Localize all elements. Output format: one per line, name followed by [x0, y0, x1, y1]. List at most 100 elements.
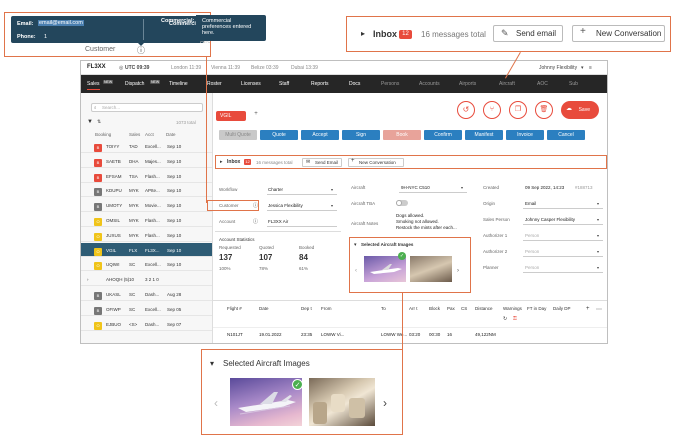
- nav-item-sub[interactable]: Sub: [569, 81, 578, 87]
- chevron-left-icon[interactable]: ‹: [214, 396, 218, 410]
- field-value[interactable]: Johnny Casper Flexibility: [525, 217, 575, 222]
- column-header[interactable]: Date: [259, 306, 269, 311]
- chevron-down-icon[interactable]: ▾: [597, 201, 599, 206]
- account-select[interactable]: FL3XX Air: [268, 219, 288, 224]
- inbox-label[interactable]: Inbox: [373, 29, 397, 39]
- nav-item-docs[interactable]: Docs: [349, 81, 360, 87]
- expand-caret-icon[interactable]: ▸: [361, 29, 365, 38]
- chevron-down-icon[interactable]: ▾: [331, 203, 333, 208]
- chevron-right-icon[interactable]: ›: [383, 396, 387, 410]
- chevron-left-icon[interactable]: ‹: [355, 268, 357, 274]
- list-item[interactable]: B KDUPU MYK APIte... Sep 10: [81, 183, 212, 198]
- action-quote-button[interactable]: Quote: [260, 130, 298, 140]
- field-value[interactable]: Person: [525, 233, 539, 238]
- aircraft-select[interactable]: 9H-NYC C510: [401, 185, 430, 190]
- nav-item-reports[interactable]: Reports: [311, 81, 329, 87]
- chevron-down-icon[interactable]: ▾: [331, 187, 333, 192]
- nav-item-licenses[interactable]: Licenses: [241, 81, 261, 87]
- info-icon[interactable]: ⓘ: [253, 202, 258, 209]
- action-book-button[interactable]: Book: [383, 130, 421, 140]
- column-header[interactable]: Distance: [475, 306, 493, 311]
- aircraft-notes-text[interactable]: Dogs allowed. Smoking not allowed. Resto…: [396, 213, 457, 231]
- nav-item-roster[interactable]: Roster: [207, 81, 222, 87]
- action-confirm-button[interactable]: Confirm: [424, 130, 462, 140]
- column-header[interactable]: Arr t: [409, 306, 418, 311]
- nav-item-sales[interactable]: Sales: [87, 81, 100, 90]
- action-invoice-button[interactable]: Invoice: [506, 130, 544, 140]
- copy-icon[interactable]: ❐: [509, 101, 527, 119]
- inbox-label[interactable]: Inbox: [227, 159, 240, 165]
- list-item[interactable]: B SAETB DHA Majes... Sep 10: [81, 154, 212, 168]
- nav-item-accounts[interactable]: Accounts: [419, 81, 440, 87]
- list-item[interactable]: O UQIWI SC Excell... Sep 10: [81, 257, 212, 272]
- nav-item-timeline[interactable]: Timeline: [169, 81, 188, 87]
- chevron-down-icon[interactable]: ▾: [597, 265, 599, 270]
- filter-icon[interactable]: ▼: [87, 119, 93, 125]
- info-icon[interactable]: ⓘ: [253, 218, 258, 225]
- briefcase-icon[interactable]: ⚿: [513, 316, 517, 322]
- chevron-down-icon[interactable]: ▾: [461, 185, 463, 190]
- column-header[interactable]: Date: [166, 132, 176, 137]
- column-header[interactable]: Warnings: [503, 306, 522, 311]
- nav-item-airports[interactable]: Airports: [459, 81, 476, 87]
- action-multi-quote-button[interactable]: Multi Quote: [219, 130, 257, 140]
- column-header[interactable]: From: [321, 306, 332, 311]
- chevron-down-icon[interactable]: ▾: [597, 233, 599, 238]
- column-header[interactable]: Acct: [145, 132, 154, 137]
- expand-caret-icon[interactable]: ▸: [220, 159, 223, 165]
- list-item[interactable]: O EJBUO <S> Dash... Sep 07: [81, 317, 212, 331]
- list-item[interactable]: B EFSAM TSA Flash... Sep 10: [81, 169, 212, 183]
- field-value[interactable]: Person: [525, 249, 539, 254]
- trash-icon[interactable]: 🗑: [535, 101, 553, 119]
- aircraft-image-2[interactable]: [410, 256, 452, 282]
- column-header[interactable]: Sales: [129, 132, 140, 137]
- expand-caret-icon[interactable]: ›: [87, 277, 89, 282]
- chevron-down-icon[interactable]: ▾: [581, 65, 584, 71]
- collapse-caret-icon[interactable]: ▾: [210, 359, 214, 368]
- undo-icon[interactable]: ↺: [457, 101, 475, 119]
- action-cancel-button[interactable]: Cancel: [547, 130, 585, 140]
- list-item[interactable]: B UMOTY MYK Movie... Sep 10: [81, 198, 212, 213]
- nav-item-staff[interactable]: Staff: [279, 81, 289, 87]
- column-header[interactable]: Block: [429, 306, 440, 311]
- action-accept-button[interactable]: Accept: [301, 130, 339, 140]
- column-header[interactable]: To: [381, 306, 386, 311]
- chevron-down-icon[interactable]: ▾: [597, 217, 599, 222]
- chevron-right-icon[interactable]: ›: [457, 268, 459, 274]
- logo[interactable]: FL3XX: [87, 64, 106, 70]
- user-menu[interactable]: Johnny Flexibility: [539, 65, 577, 71]
- booking-tab[interactable]: VGIL: [216, 111, 246, 121]
- column-header[interactable]: CS: [461, 306, 467, 311]
- add-tab-button[interactable]: +: [251, 111, 261, 121]
- column-header[interactable]: Flight #: [227, 306, 242, 311]
- info-icon[interactable]: ⓘ: [137, 45, 145, 56]
- column-header[interactable]: Pax: [447, 306, 455, 311]
- field-value[interactable]: Person: [525, 265, 539, 270]
- aircraft-image-1[interactable]: [364, 256, 406, 282]
- customer-select[interactable]: Jessica Flexibility: [268, 203, 303, 208]
- nav-item-aoc[interactable]: AOC: [537, 81, 548, 87]
- column-header[interactable]: Daily DP: [553, 306, 571, 311]
- column-header[interactable]: Booking: [95, 132, 111, 137]
- workflow-select[interactable]: Charter: [268, 187, 283, 192]
- chevron-down-icon[interactable]: ▾: [597, 249, 599, 254]
- list-item[interactable]: O VGIL FLX FL3X... Sep 10: [81, 242, 212, 257]
- split-icon[interactable]: ⑂: [483, 101, 501, 119]
- nav-item-dispatch[interactable]: Dispatch: [125, 81, 144, 87]
- sort-icon[interactable]: ⇅: [97, 119, 101, 125]
- action-manifest-button[interactable]: Manifest: [465, 130, 503, 140]
- new-conversation-button[interactable]: New Conversation: [348, 158, 404, 167]
- column-header[interactable]: FT in Day: [527, 306, 546, 311]
- field-value[interactable]: Email: [525, 201, 536, 206]
- action-sign-button[interactable]: Sign: [342, 130, 380, 140]
- column-header[interactable]: Dep t: [301, 306, 312, 311]
- list-item[interactable]: B UKASL SC Dash... Aug 28: [81, 287, 212, 301]
- list-item[interactable]: B OFIWP SC Excell... Sep 05: [81, 302, 212, 316]
- more-icon[interactable]: ⋯: [596, 306, 602, 313]
- table-row[interactable]: N101JT 19.01.2022 23:35 LOWW Vi... LOWW We..…: [213, 327, 607, 339]
- nav-item-persons[interactable]: Persons: [381, 81, 399, 87]
- list-item[interactable]: O OMSIL MYK Flash... Sep 10: [81, 213, 212, 227]
- email-value[interactable]: email@email.com: [38, 20, 84, 26]
- search-input[interactable]: ⌕ Search...: [91, 103, 203, 112]
- list-item[interactable]: O JUXUS MYK Flash... Sep 10: [81, 228, 212, 242]
